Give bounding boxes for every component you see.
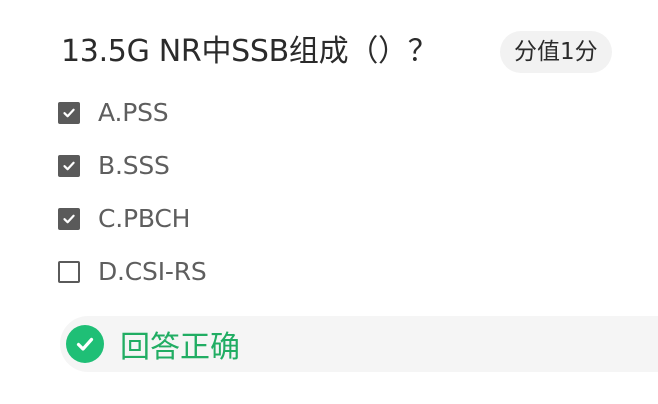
score-badge: 分值1分 (500, 31, 612, 73)
option-c[interactable]: C.PBCH (58, 192, 207, 245)
result-text: 回答正确 (120, 330, 240, 365)
option-label: C.PBCH (98, 204, 191, 233)
checkbox-checked-icon[interactable] (58, 207, 80, 230)
question-title: 13.5G NR中SSB组成（）？ (61, 34, 438, 69)
option-a[interactable]: A.PSS (58, 86, 207, 139)
option-d[interactable]: D.CSI-RS (58, 245, 207, 298)
checkbox-checked-icon[interactable] (58, 154, 80, 177)
checkbox-checked-icon[interactable] (58, 101, 80, 124)
option-b[interactable]: B.SSS (58, 139, 207, 192)
check-circle-icon (66, 325, 104, 363)
checkbox-unchecked-icon[interactable] (58, 260, 80, 283)
options-list: A.PSS B.SSS C.PBCH D.CSI-RS (58, 86, 207, 298)
option-label: B.SSS (98, 151, 170, 180)
option-label: A.PSS (98, 98, 169, 127)
result-bar: 回答正确 (60, 316, 658, 372)
option-label: D.CSI-RS (98, 257, 207, 286)
